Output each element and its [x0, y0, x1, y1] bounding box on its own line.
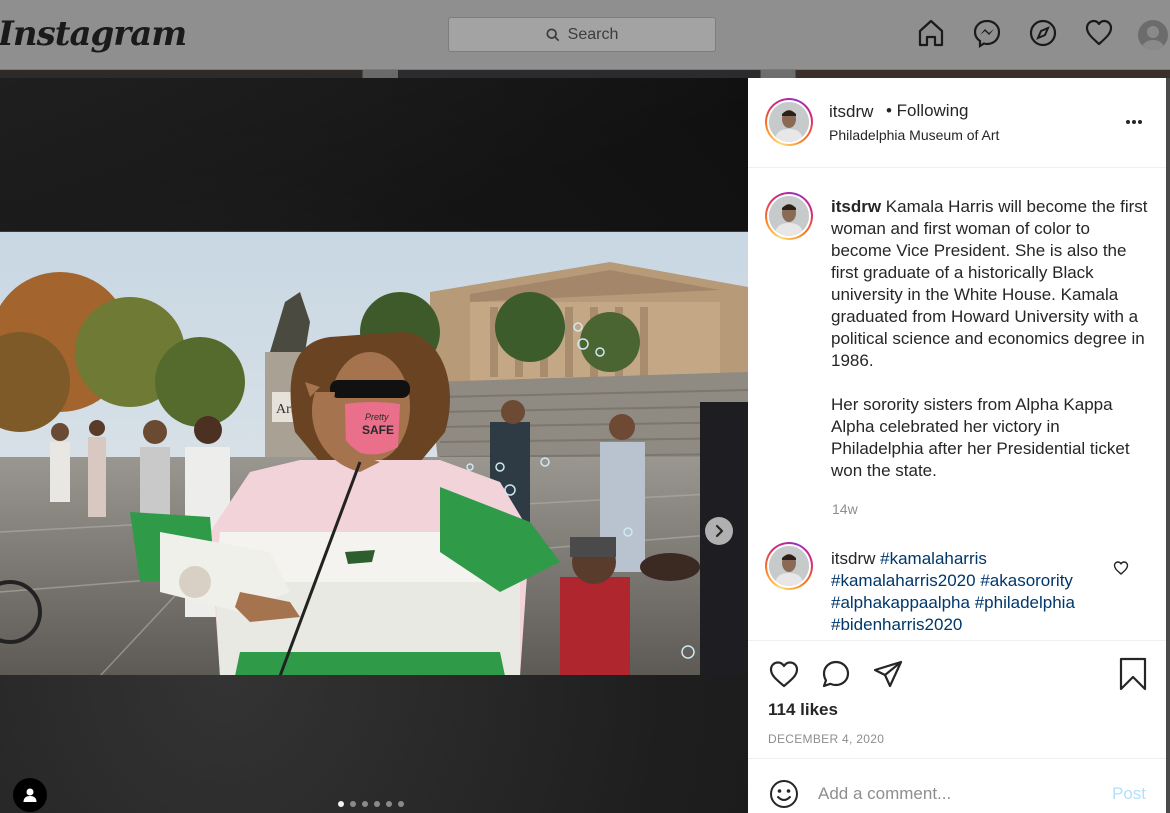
comment-input[interactable] [818, 779, 1098, 809]
hashtag-link[interactable]: #kamalaharris [880, 549, 987, 568]
comment-text: itsdrw #kamalaharris #kamalaharris2020 #… [831, 548, 1111, 636]
caption-paragraph-1: Kamala Harris will become the first woma… [831, 197, 1148, 370]
comment-avatar[interactable] [765, 542, 813, 590]
tagged-users-button[interactable] [13, 778, 47, 812]
search-icon [546, 27, 559, 41]
carousel-dot [386, 801, 392, 807]
hashtag-link[interactable]: #alphakappaalpha [831, 593, 970, 612]
author-avatar[interactable] [765, 98, 813, 146]
post-location[interactable]: Philadelphia Museum of Art [829, 127, 999, 143]
profile-avatar[interactable] [1138, 20, 1168, 50]
carousel-dot [350, 801, 356, 807]
carousel-dot [338, 801, 344, 807]
home-icon[interactable] [916, 18, 946, 48]
add-comment-bar: Post [748, 758, 1166, 813]
photo-illustration: Art Pretty SAFE [0, 232, 748, 675]
search-placeholder: Search [567, 25, 619, 43]
author-username[interactable]: itsdrw [829, 102, 873, 122]
save-bookmark-icon[interactable] [1118, 657, 1148, 691]
mask-text-2: SAFE [362, 423, 394, 437]
caption-username[interactable]: itsdrw [831, 197, 881, 216]
caption-timestamp[interactable]: 14w [832, 501, 858, 517]
more-options-icon[interactable] [1126, 112, 1146, 132]
post-media-area: Art Pretty SAFE [0, 78, 748, 813]
top-nav-bar: Instagram Search [0, 0, 1170, 70]
carousel-indicator [338, 801, 404, 807]
feed-background-strip [0, 70, 1170, 78]
comment-username[interactable]: itsdrw [831, 549, 875, 568]
carousel-dot [398, 801, 404, 807]
comment-like-heart-icon[interactable] [1113, 560, 1129, 576]
post-comment-button[interactable]: Post [1112, 784, 1146, 804]
caption-avatar[interactable] [765, 192, 813, 240]
following-status[interactable]: • Following [886, 101, 969, 121]
post-photo[interactable]: Art Pretty SAFE [0, 231, 748, 675]
caption-paragraph-2: Her sorority sisters from Alpha Kappa Al… [831, 395, 1130, 480]
comments-section[interactable]: itsdrw Kamala Harris will become the fir… [748, 168, 1166, 640]
likes-count[interactable]: 114 likes [768, 700, 838, 720]
hashtag-link[interactable]: #philadelphia [975, 593, 1075, 612]
caption-text: itsdrw Kamala Harris will become the fir… [831, 196, 1151, 482]
hashtag-link[interactable]: #akasorority [980, 571, 1073, 590]
emoji-icon[interactable] [768, 778, 800, 810]
mask-text-1: Pretty [365, 412, 389, 422]
instagram-logo[interactable]: Instagram [0, 14, 187, 54]
comment-bubble-icon[interactable] [820, 658, 852, 690]
hashtag-link[interactable]: #bidenharris2020 [831, 615, 962, 634]
like-heart-icon[interactable] [768, 658, 800, 690]
chevron-right-icon [715, 524, 724, 538]
share-paper-plane-icon[interactable] [872, 658, 904, 690]
carousel-dot [362, 801, 368, 807]
explore-icon[interactable] [1028, 18, 1058, 48]
hashtag-link[interactable]: #kamalaharris2020 [831, 571, 976, 590]
post-date[interactable]: DECEMBER 4, 2020 [768, 732, 884, 746]
carousel-next-button[interactable] [705, 517, 733, 545]
post-actions: 114 likes DECEMBER 4, 2020 [748, 640, 1166, 758]
activity-heart-icon[interactable] [1084, 18, 1114, 48]
post-header: itsdrw • Following Philadelphia Museum o… [748, 78, 1166, 168]
post-detail-panel: itsdrw • Following Philadelphia Museum o… [748, 78, 1166, 813]
user-icon [23, 788, 37, 802]
messenger-icon[interactable] [972, 18, 1002, 48]
carousel-dot [374, 801, 380, 807]
search-input[interactable]: Search [448, 17, 716, 52]
